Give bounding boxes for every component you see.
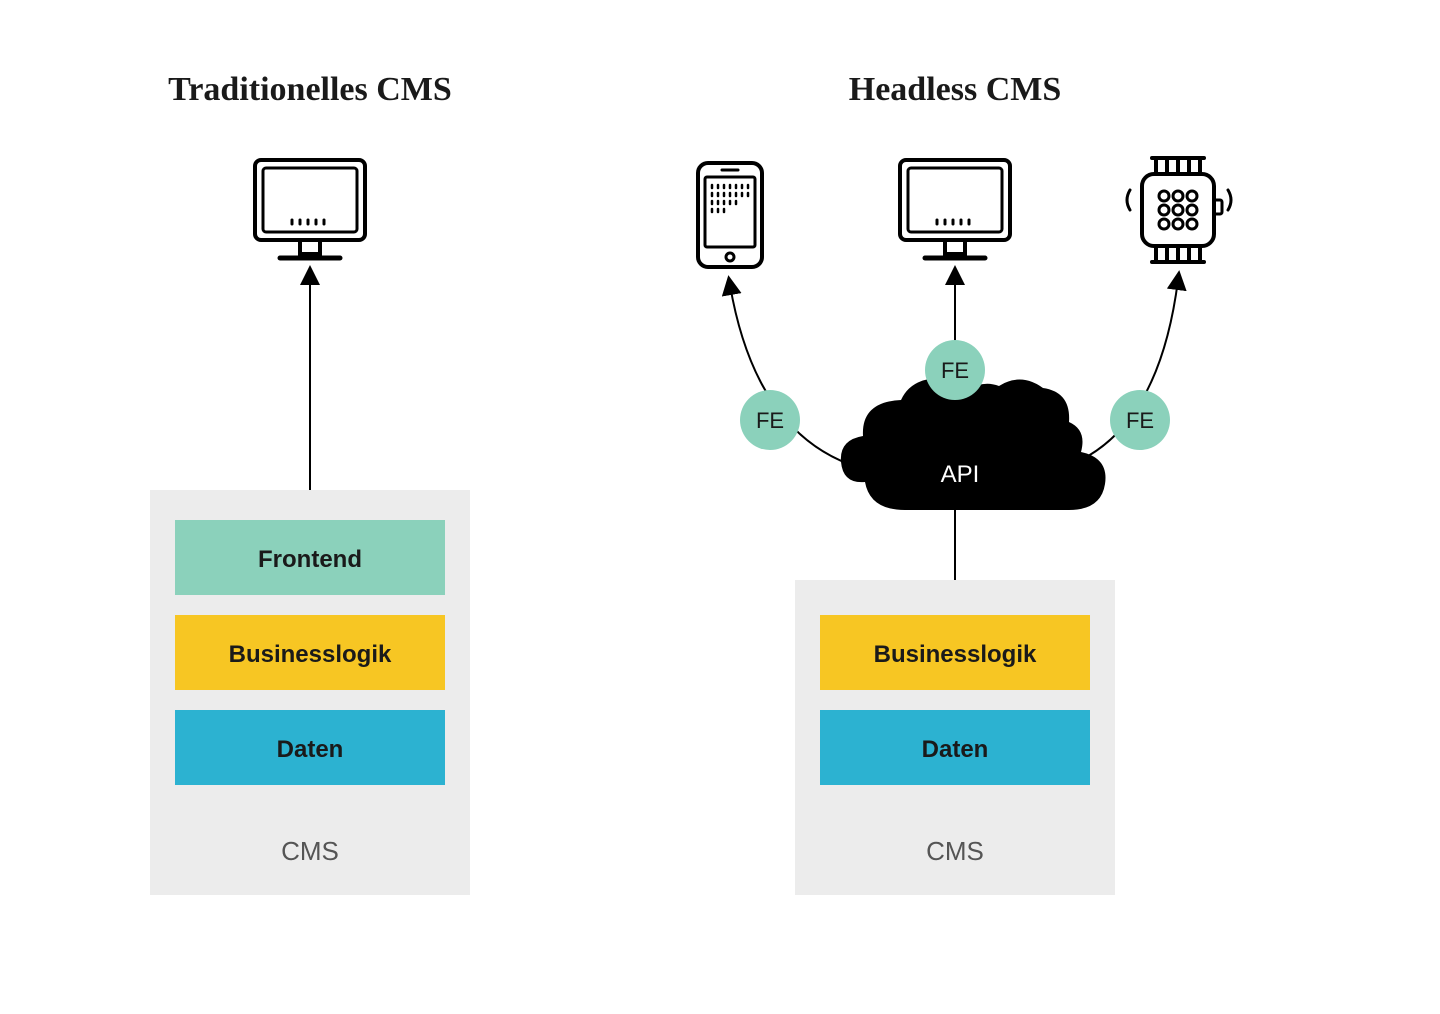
traditional-column: Traditionelles CMS Frontend Businesslogi… [150, 71, 470, 895]
svg-text:FE: FE [1126, 408, 1154, 433]
cms-label: CMS [926, 836, 984, 866]
headless-cms-box: Businesslogik Daten CMS [795, 580, 1115, 895]
monitor-icon [900, 160, 1010, 258]
svg-text:FE: FE [941, 358, 969, 383]
fe-badge-center: FE [925, 340, 985, 400]
headless-column: Headless CMS API FE [698, 71, 1231, 895]
layer-business: Businesslogik [820, 615, 1090, 690]
svg-text:Frontend: Frontend [258, 546, 362, 573]
api-label: API [941, 461, 980, 488]
svg-text:Daten: Daten [922, 736, 989, 763]
watch-icon [1127, 158, 1231, 262]
layer-data: Daten [820, 710, 1090, 785]
layer-frontend: Frontend [175, 520, 445, 595]
svg-text:Daten: Daten [277, 736, 344, 763]
svg-text:Businesslogik: Businesslogik [229, 641, 392, 668]
cms-label: CMS [281, 836, 339, 866]
api-cloud: API [841, 378, 1106, 510]
monitor-icon [255, 160, 365, 258]
traditional-cms-box: Frontend Businesslogik Daten CMS [150, 490, 470, 895]
svg-text:Businesslogik: Businesslogik [874, 641, 1037, 668]
svg-text:FE: FE [756, 408, 784, 433]
fe-badge-right: FE [1110, 390, 1170, 450]
headless-title: Headless CMS [849, 71, 1062, 108]
traditional-title: Traditionelles CMS [168, 71, 452, 108]
diagram-root: Traditionelles CMS Frontend Businesslogi… [0, 0, 1440, 1014]
layer-data: Daten [175, 710, 445, 785]
fe-badge-left: FE [740, 390, 800, 450]
phone-icon [698, 163, 762, 267]
layer-business: Businesslogik [175, 615, 445, 690]
